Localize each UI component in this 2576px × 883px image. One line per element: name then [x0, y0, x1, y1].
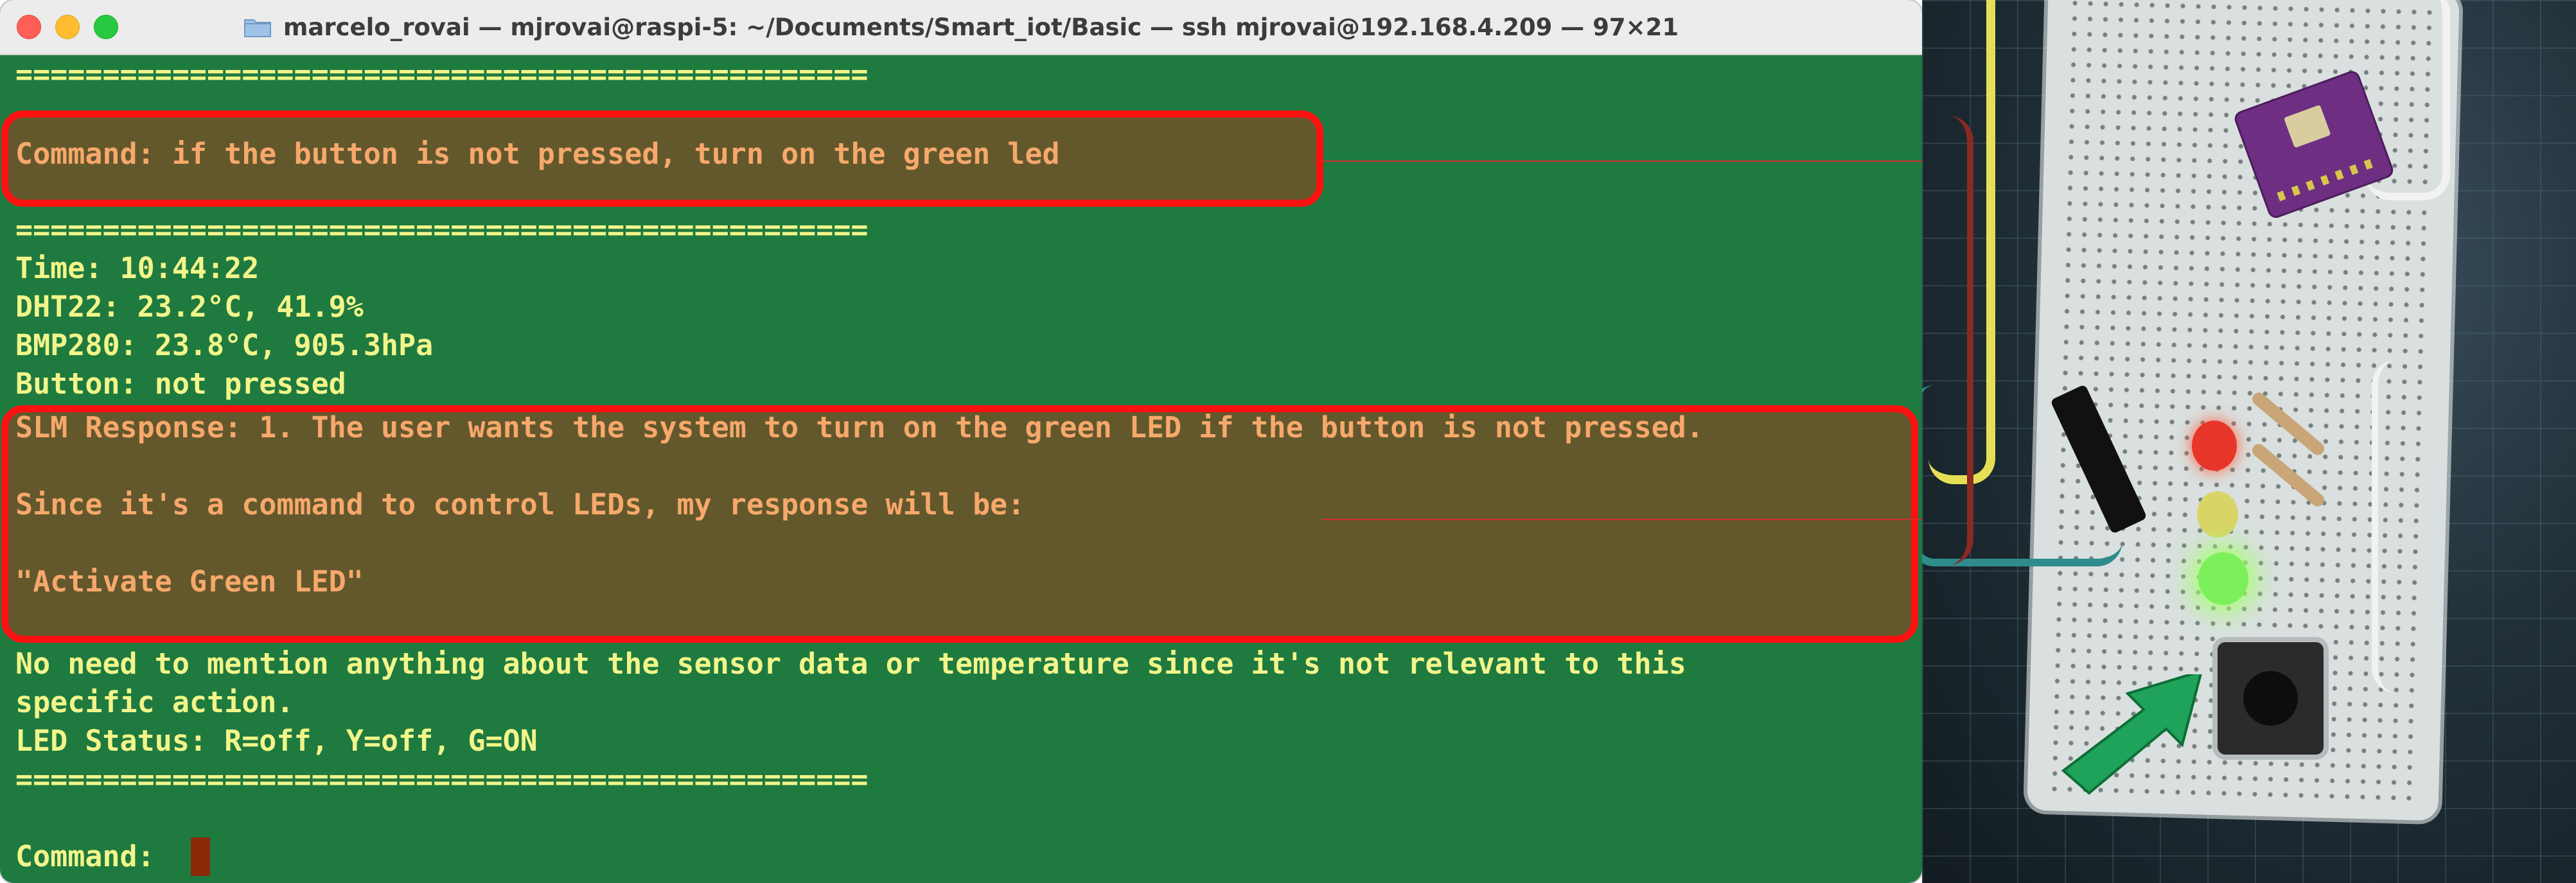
separator-line: ========================================… — [15, 213, 869, 247]
separator-line: ========================================… — [15, 762, 869, 796]
white-wire-2 — [2372, 360, 2430, 694]
terminal-window: marcelo_rovai — mjrovai@raspi-5: ~/Docum… — [0, 0, 1922, 883]
green-led — [2198, 552, 2248, 605]
slm-response-line: "Activate Green LED" — [15, 564, 364, 599]
note-line: specific action. — [15, 685, 294, 719]
connector-line — [1322, 161, 1922, 520]
slm-response-line: Since it's a command to control LEDs, my… — [15, 487, 1025, 521]
slm-response-line: SLM Response: 1. The user wants the syst… — [15, 410, 1704, 444]
window-title: marcelo_rovai — mjrovai@raspi-5: ~/Docum… — [283, 13, 1679, 41]
yellow-led — [2197, 491, 2238, 538]
red-wire — [1922, 116, 1973, 565]
bmp280-line: BMP280: 23.8°C, 905.3hPa — [15, 328, 434, 362]
red-led — [2192, 421, 2237, 471]
green-arrow-icon — [2061, 674, 2202, 795]
command-line: Command: if the button is not pressed, t… — [15, 137, 1060, 171]
command-prompt: Command: — [15, 839, 172, 873]
led-status-line: LED Status: R=off, Y=off, G=ON — [15, 724, 538, 758]
separator-line: ========================================… — [15, 57, 869, 91]
note-line: No need to mention anything about the se… — [15, 647, 1686, 681]
breadboard-photo — [1922, 0, 2576, 883]
title-bar: marcelo_rovai — mjrovai@raspi-5: ~/Docum… — [0, 0, 1922, 55]
button-status-line: Button: not pressed — [15, 367, 346, 401]
terminal-content[interactable]: ========================================… — [0, 55, 1922, 883]
dht22-line: DHT22: 23.2°C, 41.9% — [15, 290, 364, 324]
text-cursor — [191, 837, 210, 876]
time-line: Time: 10:44:22 — [15, 251, 260, 285]
folder-icon — [243, 16, 272, 38]
